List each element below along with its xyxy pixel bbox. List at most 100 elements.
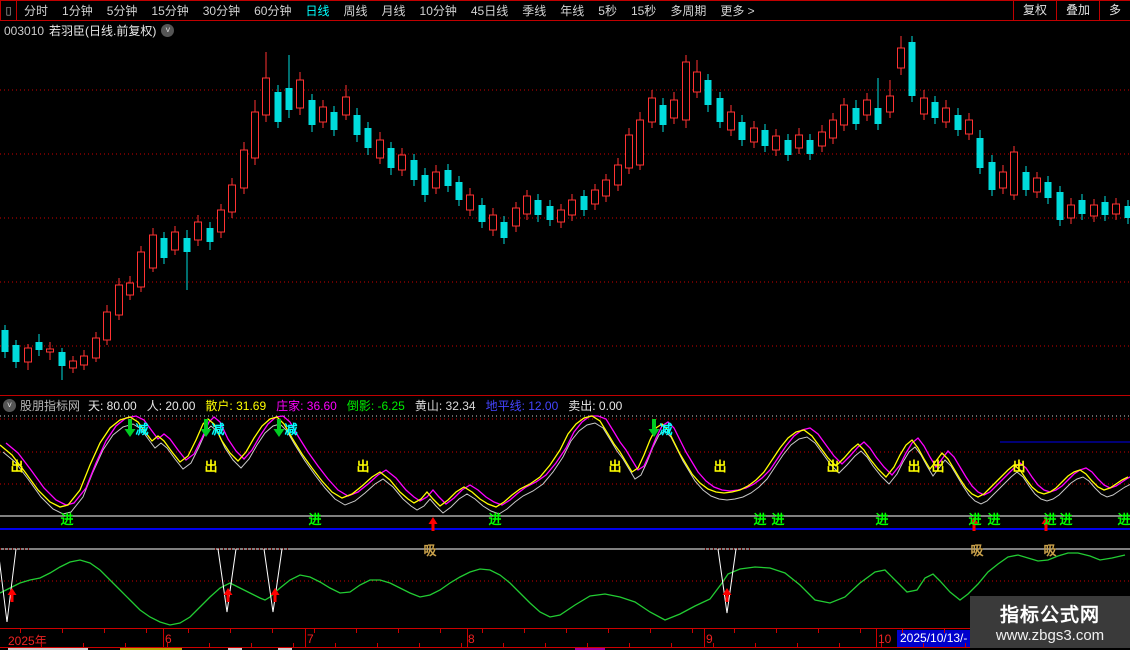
candle-up [195, 222, 202, 240]
candle-up [603, 180, 610, 196]
enter-signal-label: 进 [987, 512, 1000, 527]
candle-up [728, 112, 735, 130]
enter-signal-label: 进 [308, 512, 321, 527]
buy-arrow-icon [432, 524, 435, 531]
candle-up [626, 135, 633, 168]
candle-down [13, 345, 20, 362]
axis-minor-tick [524, 629, 525, 633]
site-watermark: 指标公式网 www.zbgs3.com [970, 596, 1130, 648]
candle-up [81, 356, 88, 365]
axis-minor-tick [41, 643, 42, 647]
sell-signal-label: 出 [608, 459, 621, 474]
axis-month-tick [876, 629, 877, 648]
reduce-arrow-icon [125, 429, 136, 437]
candle-up [104, 312, 111, 340]
enter-signal-label: 进 [771, 512, 784, 527]
enter-signal-label: 进 [488, 512, 501, 527]
axis-minor-tick [377, 643, 378, 647]
sell-signal-label: 出 [931, 459, 944, 474]
candle-down [955, 115, 962, 130]
sell-signal-label: 出 [826, 459, 839, 474]
candle-down [1045, 182, 1052, 198]
axis-minor-tick [881, 643, 882, 647]
candle-down [59, 352, 66, 366]
axis-minor-tick [671, 643, 672, 647]
reduce-arrow-icon [204, 419, 208, 429]
candle-up [796, 135, 803, 148]
candle-up [943, 108, 950, 122]
reduce-arrow-icon [277, 419, 281, 429]
axis-minor-tick [902, 629, 903, 633]
indicator-source-name[interactable]: 股朋指标网 [20, 397, 80, 414]
indicator-field-黄山: 黄山: 32.34 [415, 397, 476, 414]
reduce-arrow-icon [652, 419, 656, 429]
candle-down [331, 112, 338, 130]
candle-up [841, 105, 848, 125]
axis-minor-tick [587, 643, 588, 647]
indicator-field-庄家: 庄家: 36.60 [276, 397, 337, 414]
axis-minor-tick [20, 629, 21, 633]
candle-up [524, 196, 531, 214]
candle-down [1125, 206, 1130, 218]
chevron-down-icon[interactable]: ˅ [3, 399, 16, 412]
indicator-values: 天: 80.00人: 20.00散户: 31.69庄家: 36.60倒影: -6… [88, 397, 632, 414]
candle-up [93, 338, 100, 358]
axis-minor-tick [104, 629, 105, 633]
candle-down [501, 222, 508, 238]
reduce-arrow-icon [128, 419, 132, 429]
axis-minor-tick [797, 643, 798, 647]
axis-minor-tick [608, 629, 609, 633]
time-axis[interactable]: 2025年 2025/10/13/- 678910 [0, 628, 1130, 648]
candle-down [411, 160, 418, 180]
axis-minor-tick [944, 629, 945, 633]
candle-down [762, 130, 769, 146]
candle-down [1079, 200, 1086, 214]
candle-up [966, 120, 973, 134]
candle-up [1068, 205, 1075, 218]
axis-month-tick [305, 629, 306, 648]
candle-down [36, 342, 43, 350]
candle-up [1034, 178, 1041, 192]
indicator-field-天: 天: 80.00 [88, 397, 137, 414]
candle-up [1091, 205, 1098, 216]
candle-up [127, 283, 134, 295]
absorb-signal-label: 吸 [970, 543, 984, 558]
axis-minor-tick [356, 629, 357, 633]
indicator-field-倒影: 倒影: -6.25 [347, 397, 405, 414]
enter-signal-label: 进 [1117, 512, 1130, 527]
sell-signal-label: 出 [356, 459, 369, 474]
axis-month-tick [467, 629, 468, 648]
candle-down [785, 140, 792, 155]
candle-down [207, 228, 214, 242]
axis-minor-tick [188, 629, 189, 633]
axis-minor-tick [293, 643, 294, 647]
candle-up [320, 107, 327, 122]
axis-minor-tick [776, 629, 777, 633]
sell-signal-label: 出 [1012, 459, 1025, 474]
candle-up [558, 210, 565, 222]
candle-up [637, 120, 644, 165]
candle-up [138, 252, 145, 287]
candle-down [275, 92, 282, 122]
candle-up [263, 78, 270, 115]
axis-minor-tick [629, 643, 630, 647]
axis-minor-tick [62, 629, 63, 633]
daoying-line [0, 553, 1125, 625]
enter-signal-label: 进 [753, 512, 766, 527]
axis-minor-tick [923, 643, 924, 647]
candle-down [422, 175, 429, 195]
indicator-field-地平线: 地平线: 12.00 [486, 397, 559, 414]
chart-canvas[interactable]: 出出出出出出出出出进进进进进进进进进进进吸吸吸减减减减 [0, 0, 1130, 650]
sell-signal-label: 出 [10, 459, 23, 474]
candle-up [649, 98, 656, 122]
watermark-site-url: www.zbgs3.com [996, 627, 1104, 644]
candle-up [1000, 172, 1007, 188]
axis-minor-tick [545, 643, 546, 647]
axis-minor-tick [83, 643, 84, 647]
candle-down [535, 200, 542, 215]
axis-minor-tick [419, 643, 420, 647]
sell-signal-label: 出 [713, 459, 726, 474]
axis-minor-tick [860, 629, 861, 633]
candle-up [569, 200, 576, 215]
candle-up [252, 112, 259, 158]
